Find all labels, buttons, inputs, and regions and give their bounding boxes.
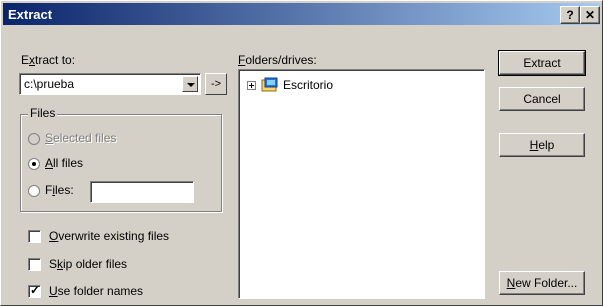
- overwrite-label[interactable]: Overwrite existing files: [49, 229, 169, 243]
- selected-files-label: Selected files: [45, 131, 117, 145]
- files-pattern-label[interactable]: Files:: [45, 183, 74, 197]
- folders-drives-label: Folders/drives:: [238, 53, 317, 67]
- help-button[interactable]: Help: [499, 133, 585, 157]
- all-files-radio[interactable]: [28, 158, 40, 170]
- skip-older-label[interactable]: Skip older files: [49, 257, 127, 271]
- close-title-button[interactable]: ✕: [580, 6, 600, 24]
- files-pattern-input[interactable]: [90, 181, 194, 203]
- expand-plus-icon[interactable]: [247, 81, 256, 90]
- use-folder-names-checkbox[interactable]: ✓: [28, 283, 41, 298]
- folders-tree[interactable]: Escritorio: [238, 69, 485, 299]
- check-icon: ✓: [30, 283, 41, 297]
- tree-item-label: Escritorio: [283, 78, 334, 92]
- files-group-legend: Files: [28, 106, 58, 120]
- extract-to-label: Extract to:: [21, 53, 76, 67]
- skip-older-checkbox[interactable]: [28, 258, 41, 271]
- extract-button[interactable]: Extract: [498, 50, 586, 76]
- combo-dropdown-button[interactable]: [182, 76, 198, 92]
- close-icon: ✕: [584, 8, 596, 22]
- cancel-button[interactable]: Cancel: [499, 87, 585, 111]
- files-pattern-radio[interactable]: [28, 185, 40, 197]
- overwrite-checkbox[interactable]: [28, 230, 41, 243]
- extract-path-value[interactable]: c:\prueba: [24, 77, 74, 91]
- window-title: Extract: [8, 7, 53, 22]
- chevron-down-icon: [187, 83, 195, 87]
- extract-path-combobox[interactable]: c:\prueba: [19, 73, 201, 95]
- question-icon: ?: [566, 8, 574, 22]
- all-files-label[interactable]: All files: [45, 156, 83, 170]
- go-button[interactable]: ->: [205, 73, 227, 95]
- desktop-folder-icon: [261, 77, 278, 92]
- use-folder-names-label[interactable]: Use folder names: [49, 284, 143, 298]
- title-bar[interactable]: Extract ? ✕: [3, 3, 600, 25]
- arrow-right-icon: ->: [210, 78, 222, 90]
- selected-files-radio: [28, 133, 40, 145]
- new-folder-button[interactable]: New Folder...: [499, 271, 585, 295]
- extract-dialog: Extract ? ✕ Extract to: c:\prueba -> Fil…: [0, 0, 603, 306]
- help-title-button[interactable]: ?: [560, 6, 580, 24]
